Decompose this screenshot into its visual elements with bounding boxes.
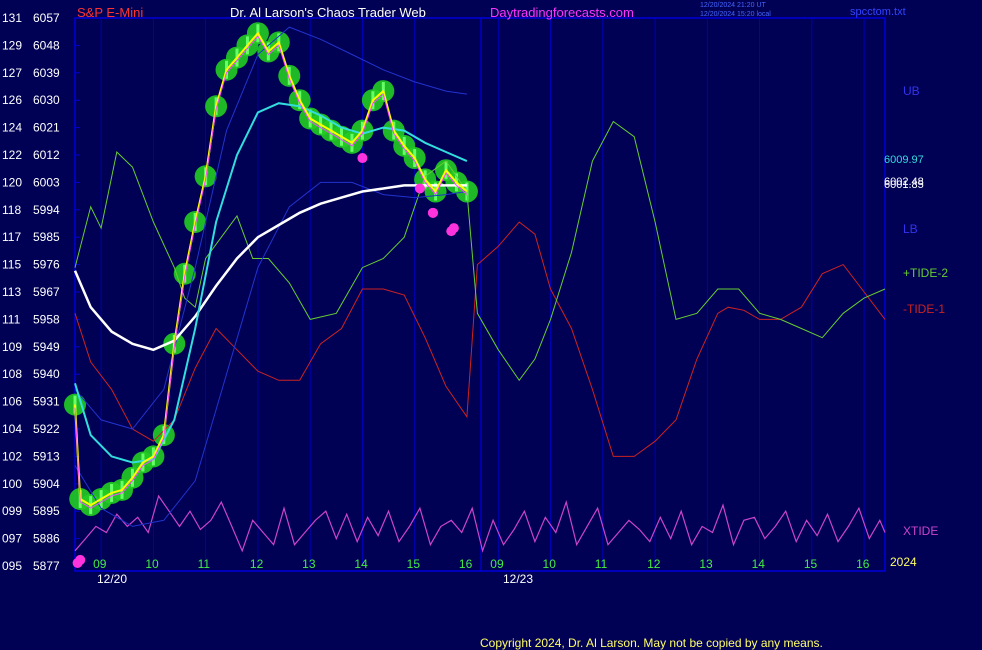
y-tick-price-label: 6012 xyxy=(33,148,60,162)
x-tick-label: 10 xyxy=(543,557,557,571)
x-tick-label: 09 xyxy=(93,557,107,571)
x-tick-label: 10 xyxy=(145,557,159,571)
stamp-ut: 12/20/2024 21:20 UT xyxy=(700,2,766,9)
y-tick-index-label: 104 xyxy=(2,422,22,436)
lb-label: LB xyxy=(903,222,918,236)
y-tick-price-label: 5958 xyxy=(33,312,60,326)
y-tick-index-label: 129 xyxy=(2,38,22,52)
y-tick-price-label: 6057 xyxy=(33,11,60,25)
file-label: spcctom.txt xyxy=(850,6,906,18)
tide1-label: -TIDE-1 xyxy=(903,302,945,316)
y-tick-index-label: 120 xyxy=(2,175,22,189)
y-tick-index-label: 127 xyxy=(2,66,22,80)
tide2-line xyxy=(74,120,886,382)
y-tick-index-label: 108 xyxy=(2,367,22,381)
y-tick-price-label: 5985 xyxy=(33,230,60,244)
y-tick-price-label: 5904 xyxy=(33,477,60,491)
tide1-line xyxy=(74,221,886,457)
y-tick-index-label: 117 xyxy=(2,230,21,244)
y-tick-price-label: 6039 xyxy=(33,66,60,80)
y-tick-index-label: 095 xyxy=(2,559,22,573)
chart-title: Dr. Al Larson's Chaos Trader Web xyxy=(230,5,426,20)
series-lines xyxy=(64,22,886,553)
y-tick-price-label: 5940 xyxy=(33,367,60,381)
markers xyxy=(72,153,459,568)
tide2-label: +TIDE-2 xyxy=(903,266,948,280)
y-tick-price-label: 5994 xyxy=(33,203,60,217)
y-tick-index-label: 115 xyxy=(2,258,21,272)
marker-dot xyxy=(414,183,425,194)
y-tick-index-label: 106 xyxy=(2,395,22,409)
x-tick-label: 11 xyxy=(595,557,608,571)
value-white-2: 6001.85 xyxy=(884,179,924,191)
x-tick-label: 16 xyxy=(856,557,870,571)
stamp-local: 12/20/2024 15:20 local xyxy=(700,11,771,18)
y-tick-index-label: 100 xyxy=(2,477,22,491)
upper-band-line xyxy=(74,26,467,430)
x-tick-label: 11 xyxy=(198,557,211,571)
y-tick-index-label: 102 xyxy=(2,449,22,463)
copyright-footer: Copyright 2024, Dr. Al Larson. May not b… xyxy=(480,636,823,650)
y-tick-price-label: 5931 xyxy=(33,395,60,409)
y-tick-index-label: 109 xyxy=(2,340,22,354)
x-tick-label: 12 xyxy=(250,557,264,571)
value-cyan: 6009.97 xyxy=(884,154,924,166)
x-tick-label: 13 xyxy=(699,557,713,571)
y-tick-price-label: 5877 xyxy=(33,559,60,573)
xtide-label: XTIDE xyxy=(903,524,938,538)
plot-frame xyxy=(74,17,886,572)
marker-dot xyxy=(75,554,86,565)
xtide-line xyxy=(74,494,886,553)
y-tick-index-label: 113 xyxy=(2,285,21,299)
y-tick-price-label: 6048 xyxy=(33,38,60,52)
y-tick-price-label: 5895 xyxy=(33,504,60,518)
y-tick-price-label: 6003 xyxy=(33,175,60,189)
marker-dot xyxy=(427,207,438,218)
x-tick-label: 13 xyxy=(302,557,316,571)
y-tick-index-label: 097 xyxy=(2,532,22,546)
y-tick-index-label: 131 xyxy=(2,11,22,25)
x-tick-label: 16 xyxy=(459,557,473,571)
date-label: 12/23 xyxy=(503,572,533,586)
y-tick-index-label: 099 xyxy=(2,504,22,518)
y-tick-price-label: 5967 xyxy=(33,285,60,299)
y-tick-price-label: 5922 xyxy=(33,422,60,436)
y-tick-price-label: 6021 xyxy=(33,121,60,135)
y-tick-index-label: 124 xyxy=(2,121,22,135)
year-label: 2024 xyxy=(890,555,917,569)
x-tick-label: 15 xyxy=(804,557,818,571)
x-tick-label: 15 xyxy=(407,557,421,571)
site-label[interactable]: Daytradingforecasts.com xyxy=(490,5,634,20)
y-tick-price-label: 5913 xyxy=(33,449,60,463)
ub-label: UB xyxy=(903,84,920,98)
white-average-line xyxy=(73,184,467,352)
marker-dot xyxy=(448,223,459,234)
date-label: 12/20 xyxy=(97,572,127,586)
marker-dot xyxy=(357,153,368,164)
y-tick-index-label: 118 xyxy=(2,203,21,217)
instrument-label: S&P E-Mini xyxy=(77,5,143,20)
x-tick-label: 14 xyxy=(354,557,368,571)
x-tick-label: 09 xyxy=(490,557,504,571)
y-tick-price-label: 6030 xyxy=(33,93,60,107)
x-tick-label: 14 xyxy=(752,557,766,571)
y-tick-price-label: 5949 xyxy=(33,340,60,354)
price-line xyxy=(74,31,468,507)
chaos-chart: S&P E-Mini Dr. Al Larson's Chaos Trader … xyxy=(2,2,948,650)
x-tick-label: 12 xyxy=(647,557,661,571)
y-tick-index-label: 122 xyxy=(2,148,22,162)
y-tick-index-label: 111 xyxy=(2,312,21,326)
y-tick-price-label: 5976 xyxy=(33,258,60,272)
y-tick-index-label: 126 xyxy=(2,93,22,107)
y-tick-price-label: 5886 xyxy=(33,532,60,546)
